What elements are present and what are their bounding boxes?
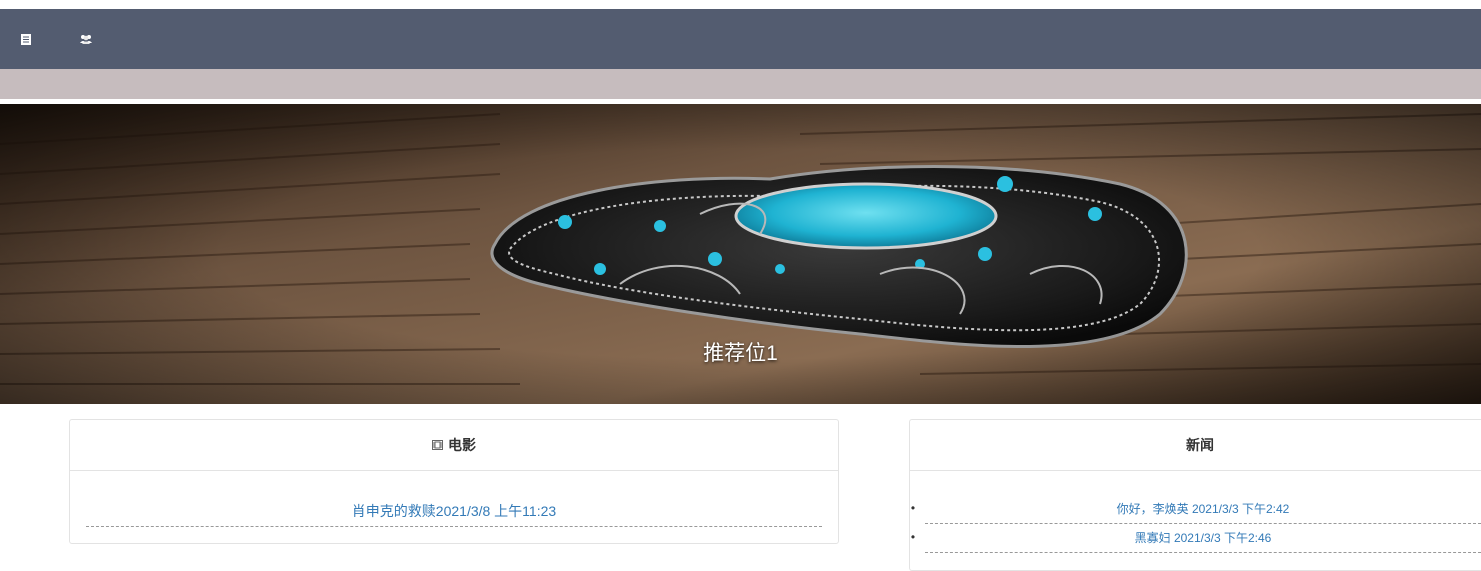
book-icon[interactable] bbox=[11, 9, 41, 69]
movie-panel: 电影 肖申克的救赎2021/3/8 上午11:23 bbox=[69, 419, 839, 544]
news-panel-header: 新闻 bbox=[910, 420, 1481, 471]
users-icon[interactable] bbox=[71, 9, 101, 69]
top-strip bbox=[0, 0, 1481, 9]
movie-panel-title: 电影 bbox=[448, 437, 476, 453]
news-item-link[interactable]: 你好，李焕英 2021/3/3 下午2:42 bbox=[925, 501, 1481, 524]
movie-panel-header: 电影 bbox=[70, 420, 838, 471]
news-item-link[interactable]: 黑寡妇 2021/3/3 下午2:46 bbox=[925, 530, 1481, 553]
sub-bar bbox=[0, 69, 1481, 99]
list-bullet: • bbox=[910, 530, 916, 544]
list-bullet: • bbox=[910, 501, 916, 515]
carousel-banner[interactable]: 推荐位1 bbox=[0, 104, 1481, 404]
navbar bbox=[0, 9, 1481, 69]
news-panel-title: 新闻 bbox=[1186, 437, 1214, 453]
banner-caption: 推荐位1 bbox=[703, 342, 778, 365]
movie-item-link[interactable]: 肖申克的救赎2021/3/8 上午11:23 bbox=[86, 502, 822, 527]
film-icon bbox=[432, 437, 443, 453]
